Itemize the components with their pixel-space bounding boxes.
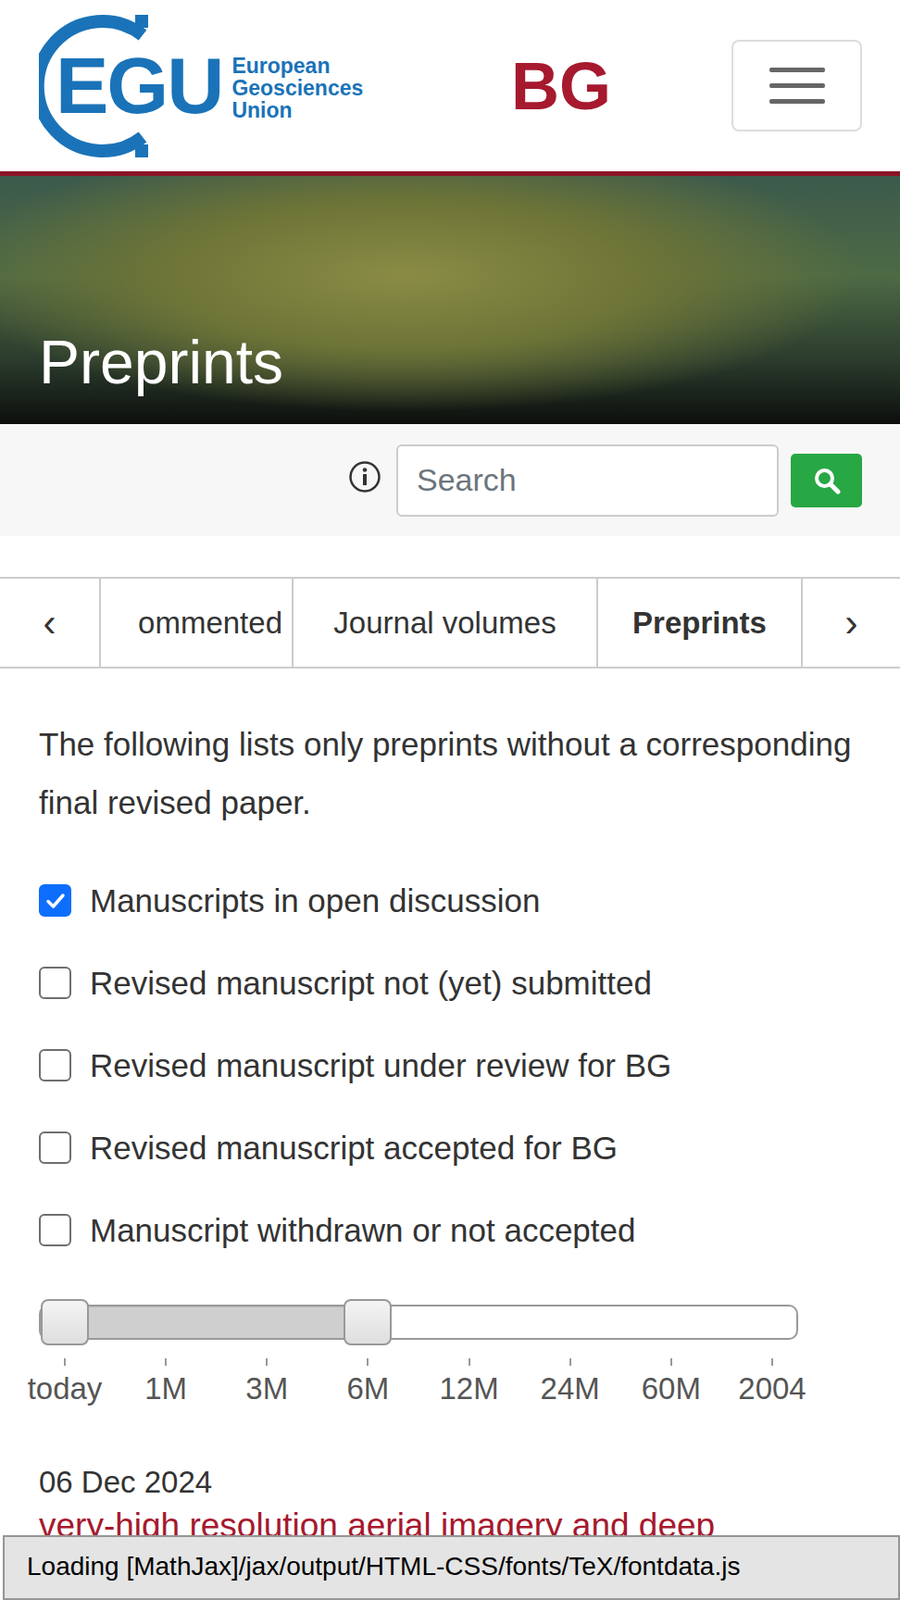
slider-track[interactable] (38, 1304, 799, 1340)
info-icon[interactable] (348, 460, 382, 494)
tab-prev-button[interactable]: ‹ (0, 578, 100, 667)
page: EGUEuropeanGeosciencesUnionBGPreprints‹o… (0, 0, 900, 1600)
slider-fill (64, 1306, 368, 1338)
slider-end-handle[interactable] (343, 1299, 392, 1346)
filter-checkbox-row[interactable]: Manuscript withdrawn or not accepted (38, 1188, 862, 1272)
checkbox[interactable] (38, 884, 72, 917)
filter-checkbox-row[interactable]: Manuscripts in open discussion (38, 859, 862, 942)
checkbox[interactable] (38, 966, 72, 1000)
menu-button[interactable] (731, 39, 863, 132)
egu-logo[interactable]: EGUEuropeanGeosciencesUnion (38, 7, 410, 165)
filter-checkbox-row[interactable]: Revised manuscript under review for BG (38, 1024, 862, 1107)
checkbox[interactable] (38, 1049, 72, 1082)
check-icon (43, 888, 68, 913)
tab-bar: ‹ommentedJournal volumesPreprints› (0, 576, 900, 669)
tab[interactable]: Preprints (596, 578, 801, 667)
filter-list: Manuscripts in open discussionRevised ma… (38, 859, 862, 1272)
filter-checkbox-row[interactable]: Revised manuscript not (yet) submitted (38, 941, 862, 1025)
tab[interactable]: Journal volumes (291, 578, 597, 667)
status-bar: Loading [MathJax]/jax/output/HTML-CSS/fo… (2, 1535, 900, 1600)
checkbox[interactable] (38, 1131, 72, 1164)
checkbox[interactable] (38, 1213, 72, 1247)
journal-name[interactable]: BG (409, 48, 732, 125)
intro-text: The following lists only preprints witho… (38, 714, 862, 832)
search-input[interactable] (396, 444, 779, 517)
slider-start-handle[interactable] (40, 1299, 89, 1346)
tab-next-button[interactable]: › (800, 578, 900, 667)
content: The following lists only preprints witho… (0, 714, 900, 1550)
time-range-slider: today1M3M6M12M24M60M2004 (38, 1304, 799, 1407)
page-title: Preprints (38, 328, 284, 397)
tab[interactable]: ommented (99, 578, 292, 667)
filter-checkbox-row[interactable]: Revised manuscript accepted for BG (38, 1106, 862, 1189)
search-bar (0, 424, 900, 537)
search-icon (812, 466, 841, 495)
slider-scale: today1M3M6M12M24M60M2004 (38, 1358, 799, 1407)
preprint-date: 06 Dec 2024 (38, 1462, 862, 1503)
search-button[interactable] (790, 453, 863, 508)
banner: Preprints (0, 175, 900, 425)
site-header: EGUEuropeanGeosciencesUnionBG (0, 0, 900, 176)
